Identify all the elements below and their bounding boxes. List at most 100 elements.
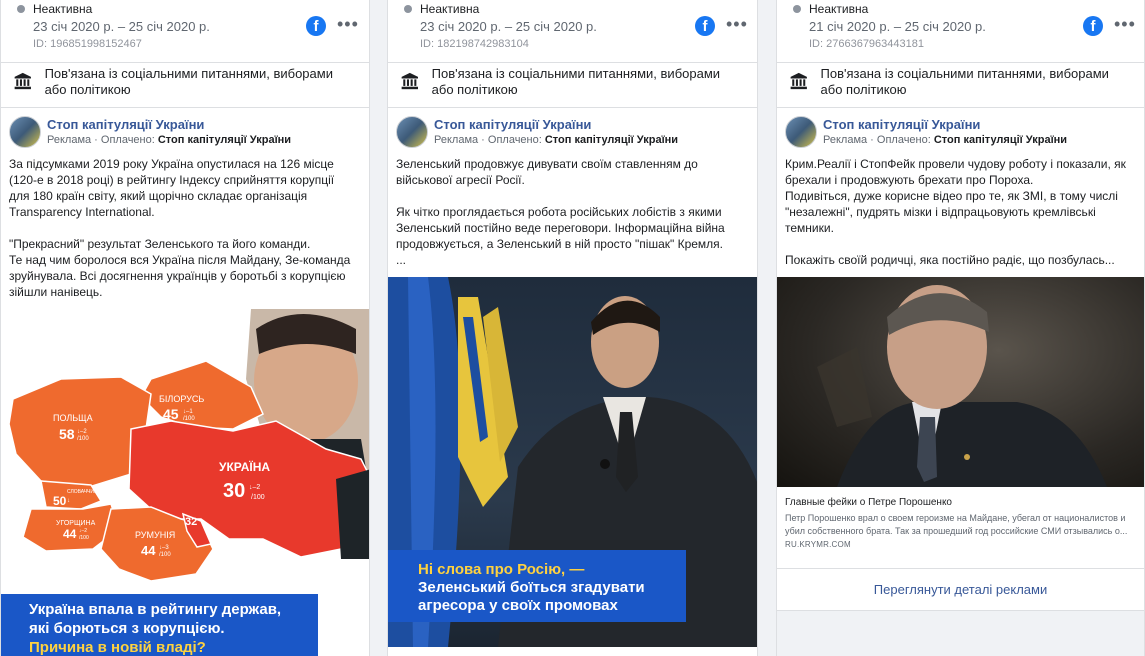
hungary-label: УГОРЩИНА <box>56 520 96 527</box>
status-dot-icon <box>404 5 412 13</box>
page-header: Стоп капітуляції України Реклама · Оплач… <box>785 116 1067 148</box>
status-row: Неактивна <box>17 2 92 16</box>
sponsored-label: Реклама · Оплачено: Стоп капітуляції Укр… <box>434 133 678 147</box>
status-dot-icon <box>17 5 25 13</box>
page-header: Стоп капітуляції України Реклама · Оплач… <box>9 116 291 148</box>
romania-den: /100 <box>159 552 171 558</box>
link-description: Петр Порошенко врал о своем героизме на … <box>785 513 1128 536</box>
poland-score: 58 <box>59 426 75 442</box>
ad-header: Неактивна 23 січ 2020 р. – 25 січ 2020 р… <box>1 0 369 62</box>
poland-change: ↓–2 <box>77 429 87 435</box>
political-category: Пов'язана із соціальними питаннями, вибо… <box>789 66 1128 98</box>
ad-card-1: Неактивна 23 січ 2020 р. – 25 січ 2020 р… <box>0 0 370 656</box>
image-caption: Україна впала в рейтингу держав, які бор… <box>1 594 318 656</box>
divider <box>388 107 757 108</box>
caption-line: Україна впала в рейтингу держав, <box>29 601 282 618</box>
divider <box>777 568 1144 569</box>
ad-header: Неактивна 21 січ 2020 р. – 25 січ 2020 р… <box>777 0 1144 62</box>
belarus-den: /100 <box>183 416 195 422</box>
caption-accent: Причина в новій владі? <box>29 639 206 656</box>
link-preview[interactable]: Главные фейки о Петре Порошенко Петр Пор… <box>785 496 1132 549</box>
ad-paragraph: За підсумками 2019 року Україна опустила… <box>9 157 335 219</box>
category-label: Пов'язана із соціальними питаннями, вибо… <box>44 66 333 97</box>
political-category: Пов'язана із соціальними питаннями, вибо… <box>400 66 741 98</box>
page-name-link[interactable]: Стоп капітуляції України <box>47 117 291 133</box>
romania-change: ↓–3 <box>159 545 169 551</box>
link-title[interactable]: Главные фейки о Петре Порошенко <box>785 496 1132 510</box>
facebook-icon: f <box>1083 16 1103 36</box>
caption-accent: Ні слова про Росію, — <box>418 561 585 578</box>
belarus-label: БІЛОРУСЬ <box>159 394 204 404</box>
divider <box>777 107 1144 108</box>
ad-dates: 23 січ 2020 р. – 25 січ 2020 р. <box>420 19 597 34</box>
ad-header: Неактивна 23 січ 2020 р. – 25 січ 2020 р… <box>388 0 757 62</box>
page-name-link[interactable]: Стоп капітуляції України <box>434 117 678 133</box>
ad-image-poroshenko[interactable] <box>777 277 1144 487</box>
status-dot-icon <box>793 5 801 13</box>
more-options-icon[interactable]: ••• <box>1114 14 1136 35</box>
government-building-icon <box>401 72 419 90</box>
divider <box>388 62 757 63</box>
belarus-score: 45 <box>163 406 179 422</box>
ad-paragraph: Те над чим боролося вся Україна після Ма… <box>9 253 351 299</box>
government-building-icon <box>14 72 31 90</box>
ad-paragraph: Зеленський продовжує дивувати своїм став… <box>396 157 698 187</box>
belarus-change: ↓–1 <box>183 409 193 415</box>
sponsored-prefix: Реклама · Оплачено: <box>434 134 545 146</box>
ad-text: Зеленський продовжує дивувати своїм став… <box>396 156 745 284</box>
ad-dates: 21 січ 2020 р. – 25 січ 2020 р. <box>809 19 986 34</box>
romania-score: 44 <box>141 543 156 558</box>
sponsored-prefix: Реклама · Оплачено: <box>47 134 158 146</box>
category-label: Пов'язана із соціальними питаннями, вибо… <box>820 66 1109 97</box>
page-name-link[interactable]: Стоп капітуляції України <box>823 117 1067 133</box>
page-avatar[interactable] <box>396 116 428 148</box>
ad-id: ID: 182198742983104 <box>420 38 529 50</box>
ad-paragraph: Як чітко проглядається робота російських… <box>396 205 725 251</box>
ukraine-change: ↓–2 <box>249 484 260 491</box>
poland-label: ПОЛЬЩА <box>53 413 93 423</box>
link-domain: RU.KRYMR.COM <box>785 540 851 549</box>
view-ad-details-link[interactable]: Переглянути деталі реклами <box>777 582 1144 597</box>
sponsored-prefix: Реклама · Оплачено: <box>823 134 934 146</box>
page-avatar[interactable] <box>785 116 817 148</box>
card-gap <box>777 611 1144 656</box>
moldova-score: 32 <box>185 516 197 528</box>
ad-id: ID: 2766367963443181 <box>809 38 924 50</box>
ad-paragraph: "Прекрасний" результат Зеленського та йо… <box>9 237 311 251</box>
political-category: Пов'язана із соціальними питаннями, вибо… <box>13 66 353 98</box>
ad-paragraph: Подивіться, дуже корисне відео про те, я… <box>785 189 1118 235</box>
facebook-icon: f <box>306 16 326 36</box>
ad-card-3: Неактивна 21 січ 2020 р. – 25 січ 2020 р… <box>776 0 1145 656</box>
caption-line: Зеленський боїться згадувати <box>418 579 645 596</box>
divider <box>777 62 1144 63</box>
ad-paragraph: ... <box>396 253 407 267</box>
payer-name: Стоп капітуляції України <box>544 134 679 146</box>
romania-label: РУМУНІЯ <box>135 530 175 540</box>
sponsored-label: Реклама · Оплачено: Стоп капітуляції Укр… <box>823 133 1067 147</box>
slovakia-score: 50 <box>53 494 67 508</box>
more-options-icon[interactable]: ••• <box>337 14 359 35</box>
slovakia-change: ↓ <box>67 498 70 504</box>
ukraine-label: УКРАЇНА <box>219 459 270 474</box>
page-header: Стоп капітуляції України Реклама · Оплач… <box>396 116 678 148</box>
divider <box>1 62 369 63</box>
ad-id: ID: 196851998152467 <box>33 38 142 50</box>
ad-paragraph: Покажіть своїй родичці, яка постійно рад… <box>785 253 1115 267</box>
ad-image-zelensky[interactable]: Ні слова про Росію, — Зеленський боїться… <box>388 277 757 647</box>
page-avatar[interactable] <box>9 116 41 148</box>
ukraine-den: /100 <box>251 494 265 501</box>
slovakia-label: СЛОВАЧЧИНА <box>67 489 102 495</box>
ad-image-map[interactable]: БІЛОРУСЬ 45 ↓–1 /100 ПОЛЬЩА 58 ↓–2 /100 … <box>1 309 369 656</box>
payer-name: Стоп капітуляції України <box>933 134 1068 146</box>
more-options-icon[interactable]: ••• <box>726 14 748 35</box>
caption-line: агресора у своїх промовах <box>418 597 618 614</box>
hungary-den: /100 <box>79 535 89 541</box>
hungary-score: 44 <box>63 527 77 541</box>
status-label: Неактивна <box>420 2 480 16</box>
ukraine-score: 30 <box>223 480 245 502</box>
status-label: Неактивна <box>809 2 869 16</box>
government-building-icon <box>790 72 807 90</box>
caption-line: які борються з корупцією. <box>29 620 225 637</box>
category-label: Пов'язана із соціальними питаннями, вибо… <box>431 66 721 97</box>
hungary-change: ↓–2 <box>79 528 87 534</box>
